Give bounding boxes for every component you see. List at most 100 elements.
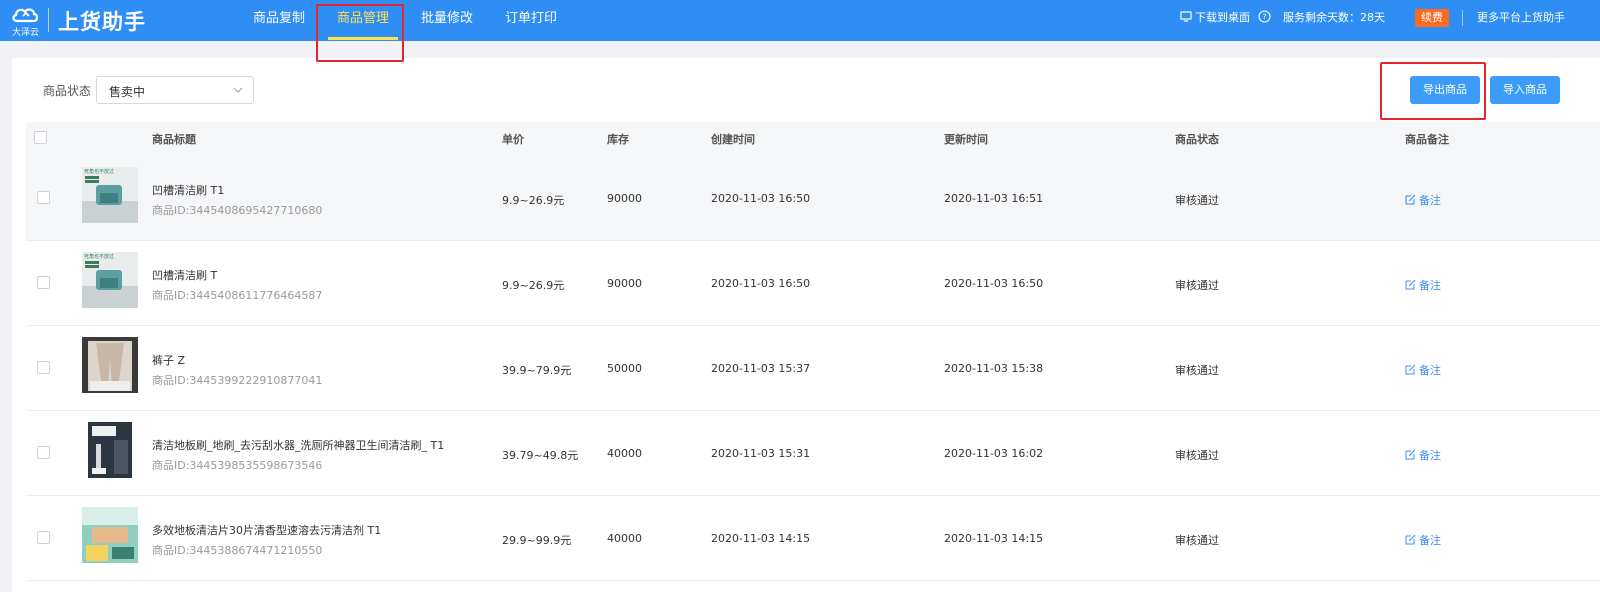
- table-header: [26, 122, 1600, 156]
- table-row: [26, 411, 1600, 496]
- product-stock: 40000: [607, 447, 642, 460]
- nav-tab-label: 商品管理: [336, 11, 389, 26]
- edit-icon: [1405, 534, 1416, 545]
- column-header-stock: 库存: [607, 133, 629, 146]
- product-price: 9.9~26.9元: [502, 194, 565, 207]
- nav-tab-order-print[interactable]: 订单打印: [496, 0, 566, 38]
- nav-tab-batch-edit[interactable]: 批量修改: [412, 0, 482, 38]
- product-updated-time: 2020-11-03 16:51: [944, 192, 1044, 205]
- product-id: 商品ID:3445399222910877041: [152, 374, 323, 387]
- product-thumbnail: [82, 337, 138, 393]
- product-status: 审核通过: [1175, 194, 1219, 207]
- product-id: 商品ID:3445408695427710680: [152, 204, 323, 217]
- status-filter-select[interactable]: 售卖中: [96, 76, 254, 104]
- more-platforms-link[interactable]: 更多平台上货助手: [1477, 0, 1565, 36]
- product-updated-time: 2020-11-03 16:02: [944, 447, 1044, 460]
- product-thumbnail: [82, 507, 138, 563]
- product-title[interactable]: 裤子 Z: [152, 352, 185, 368]
- status-filter-value: 售卖中: [109, 85, 146, 99]
- product-stock: 90000: [607, 277, 642, 290]
- edit-icon: [1405, 364, 1416, 375]
- column-header-title: 商品标题: [152, 133, 196, 146]
- product-price: 9.9~26.9元: [502, 279, 565, 292]
- product-stock: 40000: [607, 532, 642, 545]
- column-header-created: 创建时间: [711, 133, 755, 146]
- product-created-time: 2020-11-03 15:37: [711, 362, 811, 375]
- edit-icon: [1405, 449, 1416, 460]
- download-label: 下载到桌面: [1195, 11, 1250, 24]
- nav-tab-product-management[interactable]: 商品管理: [328, 0, 398, 40]
- top-nav-bar: 大泽云 上货助手 商品复制 商品管理 批量修改 订单打印 下载到桌面 ? 服务剩…: [0, 0, 1600, 41]
- product-id: 商品ID:3445388674471210550: [152, 544, 323, 557]
- product-thumbnail: [82, 422, 138, 478]
- edit-icon: [1405, 279, 1416, 290]
- import-products-button[interactable]: 导入商品: [1490, 76, 1560, 104]
- service-days-remaining: 服务剩余天数：28天: [1283, 11, 1385, 24]
- product-created-time: 2020-11-03 16:50: [711, 192, 811, 205]
- note-label: 备注: [1419, 279, 1441, 292]
- product-id: 商品ID:3445398535598673546: [152, 459, 323, 472]
- thumbnail-text: 死角也不放过: [84, 168, 114, 175]
- product-title[interactable]: 多效地板清洁片30片清香型速溶去污清洁剂 T1: [152, 522, 381, 538]
- app-name: 上货助手: [58, 10, 146, 34]
- select-all-checkbox[interactable]: [34, 131, 47, 144]
- edit-icon: [1405, 194, 1416, 205]
- help-icon: ?: [1257, 10, 1271, 23]
- monitor-icon: [1180, 11, 1192, 22]
- product-thumbnail: 死角也不放过: [82, 252, 138, 308]
- note-link[interactable]: 备注: [1405, 532, 1441, 548]
- table-row: [26, 241, 1600, 326]
- product-status: 审核通过: [1175, 534, 1219, 547]
- note-label: 备注: [1419, 194, 1441, 207]
- nav-tab-product-copy[interactable]: 商品复制: [244, 0, 314, 38]
- thumbnail-text: 死角也不放过: [84, 253, 114, 260]
- renew-button[interactable]: 续费: [1415, 9, 1449, 27]
- product-updated-time: 2020-11-03 14:15: [944, 532, 1044, 545]
- column-header-updated: 更新时间: [944, 133, 988, 146]
- active-tab-underline: [328, 37, 398, 40]
- note-link[interactable]: 备注: [1405, 447, 1441, 463]
- product-status: 审核通过: [1175, 449, 1219, 462]
- product-price: 39.79~49.8元: [502, 449, 579, 462]
- table-row: [26, 326, 1600, 411]
- product-thumbnail: 死角也不放过: [82, 167, 138, 223]
- svg-text:?: ?: [1262, 13, 1266, 22]
- product-title[interactable]: 清洁地板刷_地刷_去污刮水器_洗厕所神器卫生间清洁刷_ T1: [152, 437, 444, 453]
- note-link[interactable]: 备注: [1405, 362, 1441, 378]
- column-header-status: 商品状态: [1175, 133, 1219, 146]
- product-status: 审核通过: [1175, 364, 1219, 377]
- product-price: 39.9~79.9元: [502, 364, 572, 377]
- note-label: 备注: [1419, 364, 1441, 377]
- product-created-time: 2020-11-03 16:50: [711, 277, 811, 290]
- product-status: 审核通过: [1175, 279, 1219, 292]
- note-link[interactable]: 备注: [1405, 277, 1441, 293]
- download-desktop-link[interactable]: 下载到桌面 ?: [1180, 0, 1271, 36]
- note-label: 备注: [1419, 534, 1441, 547]
- logo-divider: [48, 8, 49, 32]
- row-checkbox[interactable]: [37, 191, 50, 204]
- nav-separator: [1462, 10, 1463, 26]
- note-label: 备注: [1419, 449, 1441, 462]
- table-row: [26, 156, 1600, 241]
- status-filter-label: 商品状态: [43, 84, 92, 98]
- row-checkbox[interactable]: [37, 446, 50, 459]
- product-created-time: 2020-11-03 15:31: [711, 447, 811, 460]
- product-id: 商品ID:3445408611776464587: [152, 289, 323, 302]
- product-price: 29.9~99.9元: [502, 534, 572, 547]
- chevron-down-icon: [233, 87, 243, 93]
- product-created-time: 2020-11-03 14:15: [711, 532, 811, 545]
- note-link[interactable]: 备注: [1405, 192, 1441, 208]
- column-header-note: 商品备注: [1405, 133, 1449, 146]
- column-header-price: 单价: [502, 133, 524, 146]
- export-products-button[interactable]: 导出商品: [1410, 76, 1480, 104]
- product-title[interactable]: 凹槽清洁刷 T1: [152, 182, 224, 198]
- table-row: [26, 496, 1600, 581]
- product-title[interactable]: 凹槽清洁刷 T: [152, 267, 217, 283]
- row-checkbox[interactable]: [37, 531, 50, 544]
- product-stock: 50000: [607, 362, 642, 375]
- row-checkbox[interactable]: [37, 276, 50, 289]
- row-checkbox[interactable]: [37, 361, 50, 374]
- product-updated-time: 2020-11-03 16:50: [944, 277, 1044, 290]
- product-stock: 90000: [607, 192, 642, 205]
- logo-text: 大泽云: [12, 28, 40, 38]
